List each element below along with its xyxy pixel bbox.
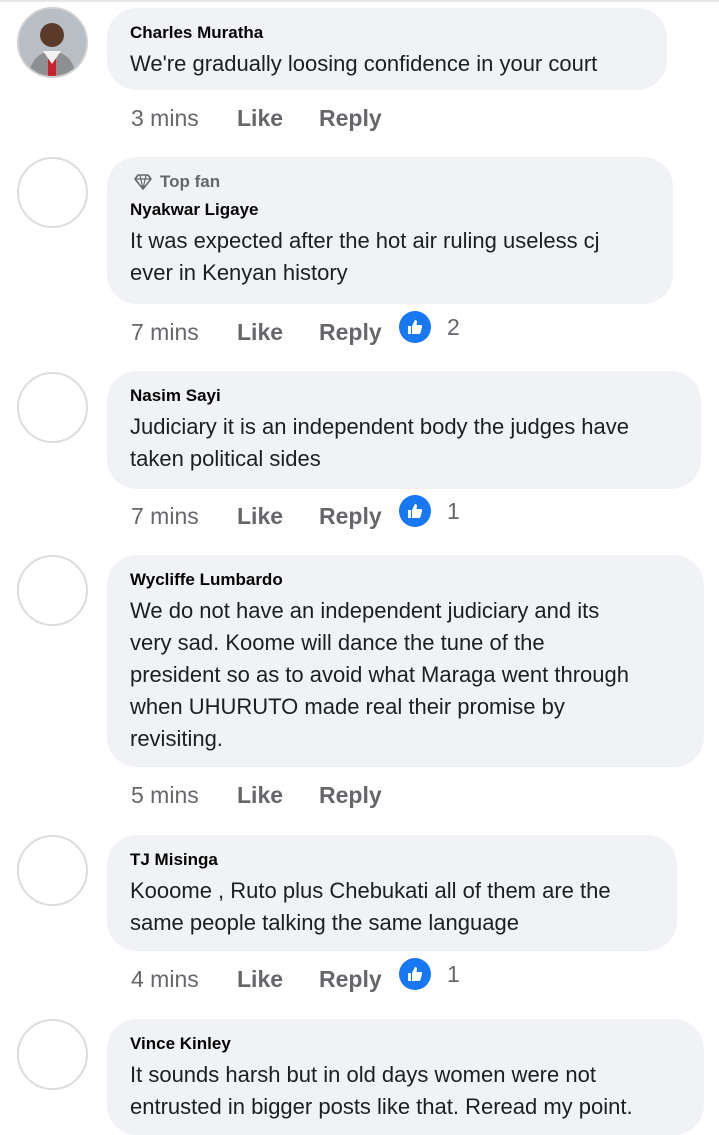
comment-actions: 4 mins Like Reply 1	[131, 958, 460, 994]
reaction-count: 1	[447, 497, 460, 524]
avatar[interactable]	[17, 555, 88, 626]
avatar-photo-icon	[19, 9, 86, 76]
reply-button[interactable]: Reply	[319, 782, 399, 809]
comment-author[interactable]: TJ Misinga	[130, 849, 653, 871]
avatar[interactable]	[17, 157, 88, 228]
like-button[interactable]: Like	[237, 782, 319, 809]
reply-button[interactable]: Reply	[319, 966, 399, 993]
comment-text: It sounds harsh but in old days women we…	[130, 1062, 633, 1119]
comment-time[interactable]: 3 mins	[131, 105, 237, 132]
reaction-summary[interactable]: 2	[399, 311, 460, 343]
reaction-count: 2	[447, 313, 460, 340]
comment-bubble: Vince Kinley It sounds harsh but in old …	[107, 1019, 704, 1135]
reply-button[interactable]: Reply	[319, 503, 399, 530]
comment-author[interactable]: Charles Muratha	[130, 22, 643, 44]
comment-text: We're gradually loosing confidence in yo…	[130, 51, 598, 76]
avatar[interactable]	[17, 835, 88, 906]
comment-actions: 7 mins Like Reply 1	[131, 495, 460, 531]
like-button[interactable]: Like	[237, 503, 319, 530]
comment-actions: 3 mins Like Reply	[131, 103, 399, 133]
divider	[0, 0, 719, 2]
comment-bubble: Nasim Sayi Judiciary it is an independen…	[107, 371, 701, 489]
thumbs-up-icon	[399, 958, 431, 990]
thumbs-up-icon	[399, 495, 431, 527]
reply-button[interactable]: Reply	[319, 105, 399, 132]
reaction-count: 1	[447, 960, 460, 987]
avatar[interactable]	[17, 7, 88, 78]
comment-bubble: Top fan Nyakwar Ligaye It was expected a…	[107, 157, 673, 304]
comment-bubble: TJ Misinga Kooome , Ruto plus Chebukati …	[107, 835, 677, 951]
comment-author[interactable]: Vince Kinley	[130, 1033, 680, 1055]
comment-actions: 7 mins Like Reply 2	[131, 311, 460, 347]
comment-time[interactable]: 4 mins	[131, 966, 237, 993]
comment-text: Kooome , Ruto plus Chebukati all of them…	[130, 878, 611, 935]
comment-time[interactable]: 7 mins	[131, 319, 237, 346]
comment-author[interactable]: Nasim Sayi	[130, 385, 677, 407]
reply-button[interactable]: Reply	[319, 319, 399, 346]
like-button[interactable]: Like	[237, 966, 319, 993]
comment-bubble: Charles Muratha We're gradually loosing …	[107, 8, 667, 90]
comment-actions: 5 mins Like Reply	[131, 780, 399, 810]
like-button[interactable]: Like	[237, 105, 319, 132]
comments-page: Charles Muratha We're gradually loosing …	[0, 0, 719, 1135]
avatar[interactable]	[17, 1019, 88, 1090]
comment-text: It was expected after the hot air ruling…	[130, 228, 600, 285]
comment-time[interactable]: 7 mins	[131, 503, 237, 530]
avatar[interactable]	[17, 372, 88, 443]
comment-text: Judiciary it is an independent body the …	[130, 414, 630, 471]
reaction-summary[interactable]: 1	[399, 958, 460, 990]
thumbs-up-icon	[399, 311, 431, 343]
comment-author[interactable]: Nyakwar Ligaye	[130, 199, 649, 221]
reaction-summary[interactable]: 1	[399, 495, 460, 527]
comment-bubble: Wycliffe Lumbardo We do not have an inde…	[107, 555, 704, 767]
comment-text: We do not have an independent judiciary …	[130, 598, 629, 751]
comment-time[interactable]: 5 mins	[131, 782, 237, 809]
diamond-icon	[134, 174, 152, 190]
top-fan-label: Top fan	[160, 172, 221, 191]
top-fan-badge: Top fan	[130, 171, 649, 193]
like-button[interactable]: Like	[237, 319, 319, 346]
comment-author[interactable]: Wycliffe Lumbardo	[130, 569, 680, 591]
